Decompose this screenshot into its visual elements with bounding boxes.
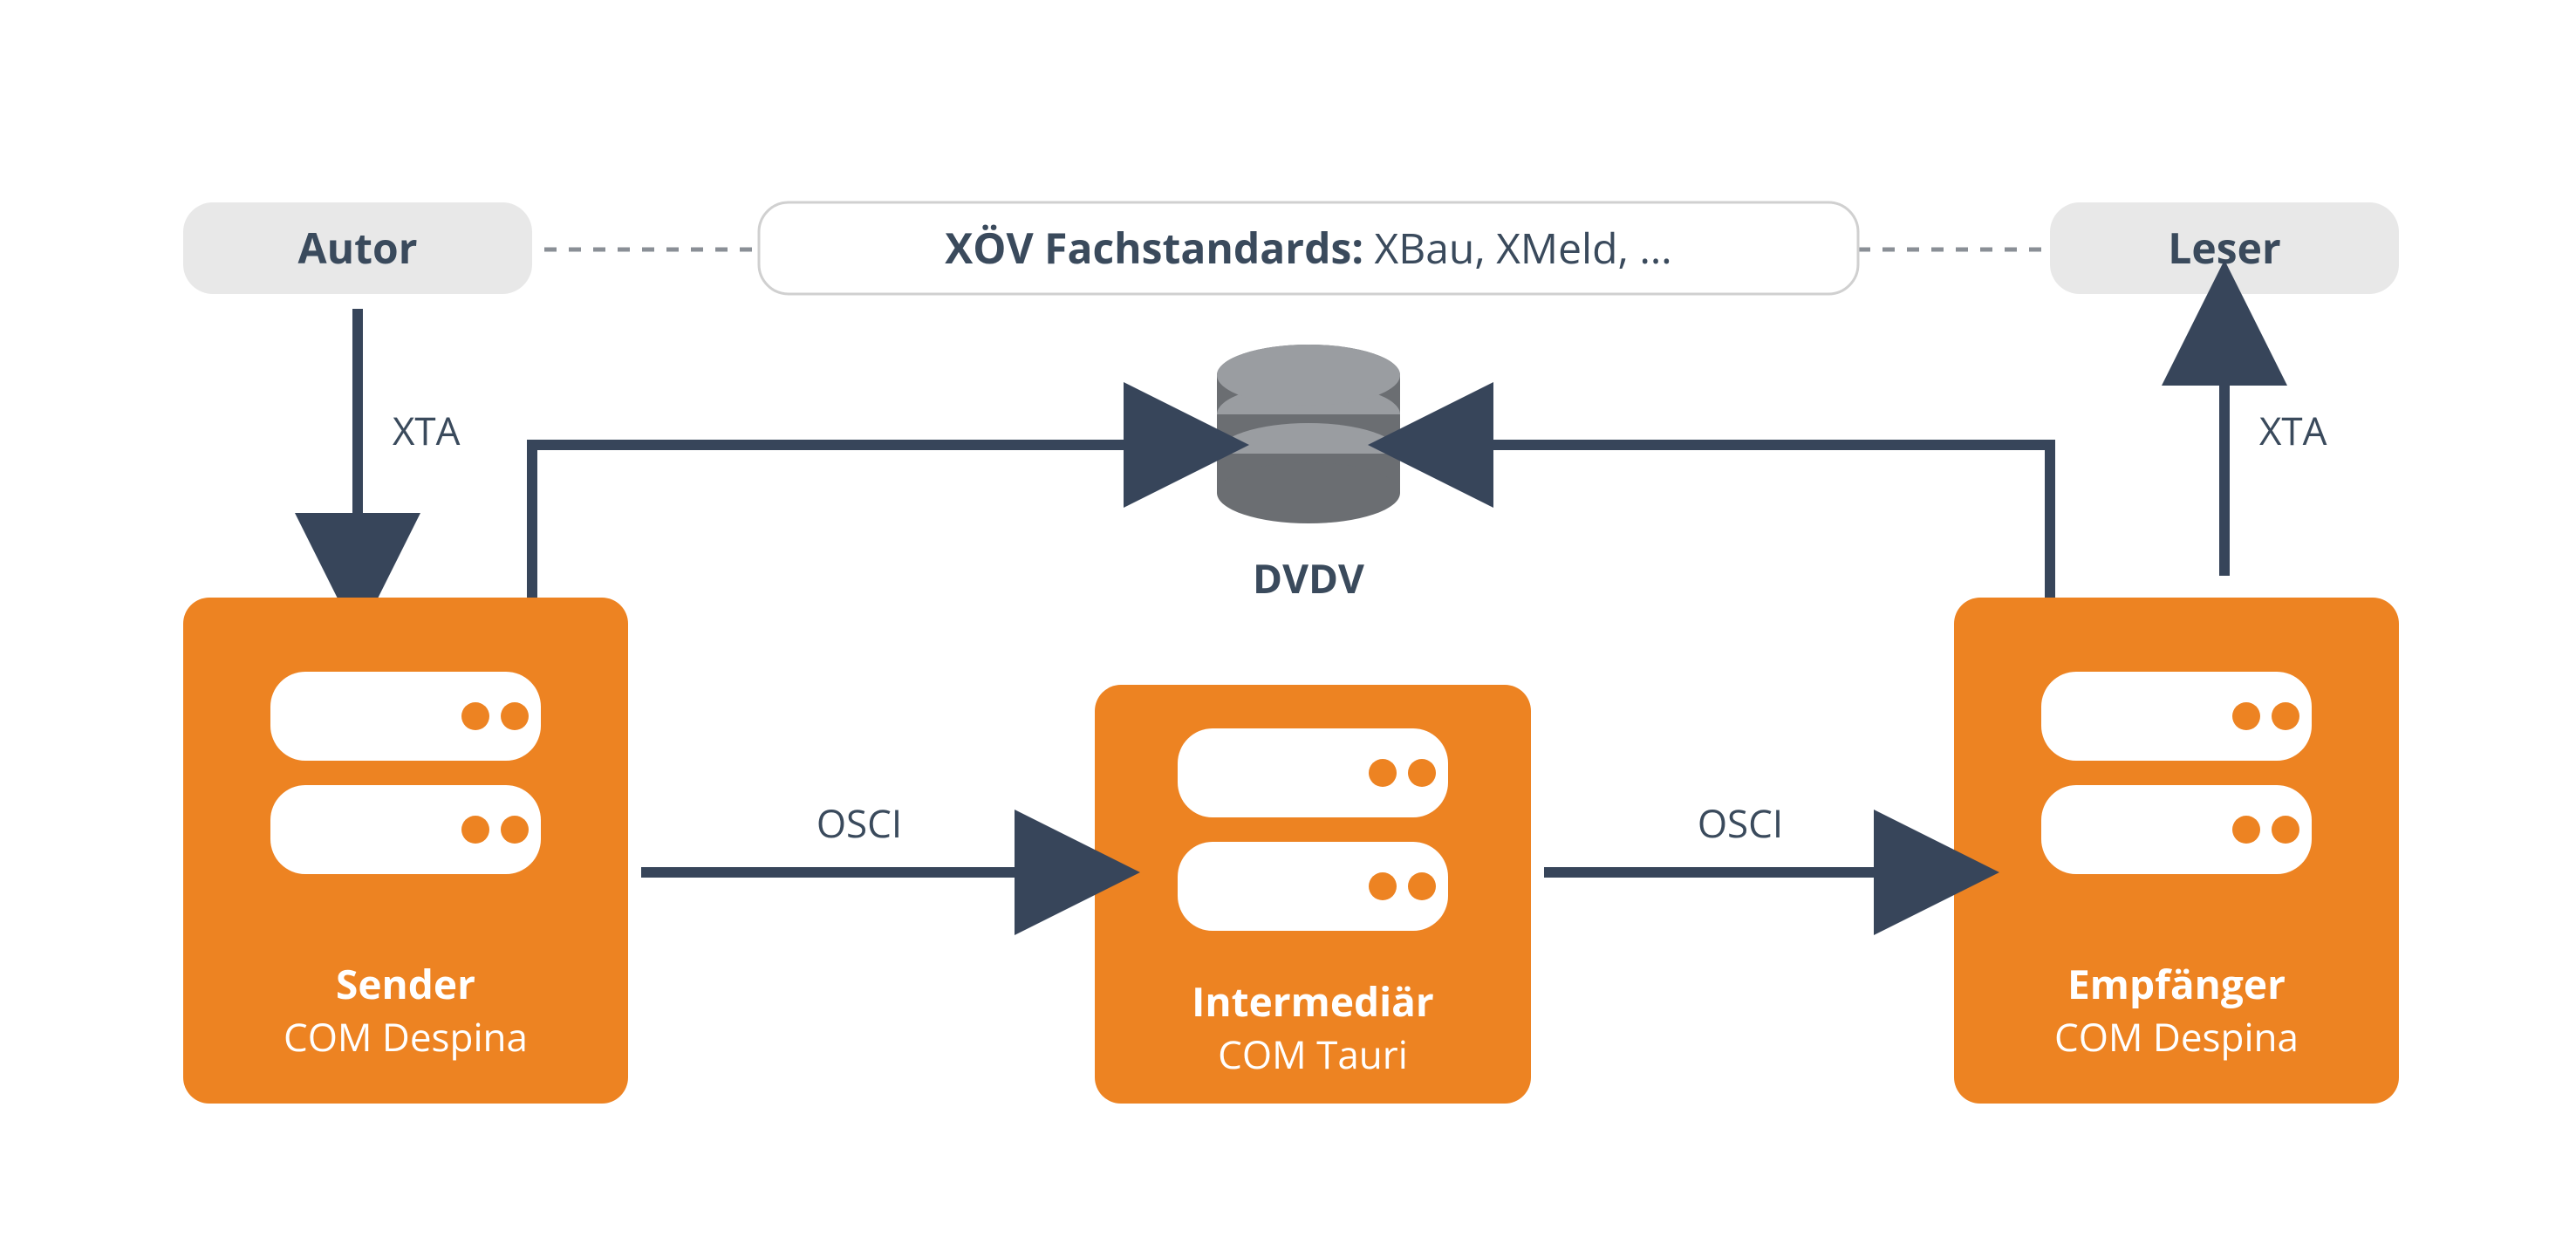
- label-osci-left: OSCI: [817, 796, 902, 849]
- intermed-sub: COM Tauri: [1218, 1028, 1408, 1080]
- empf-sub: COM Despina: [2054, 1010, 2299, 1063]
- database-icon: [1217, 345, 1400, 523]
- intermediaer-node: Intermediär COM Tauri: [1095, 685, 1531, 1104]
- standards-text: XÖV Fachstandards: XBau, XMeld, …: [945, 220, 1672, 277]
- sender-node: Sender COM Despina: [183, 598, 628, 1104]
- leser-label: Leser: [2168, 220, 2281, 277]
- arrow-sender-dvdv: [532, 445, 1186, 598]
- label-xta-right: XTA: [2259, 404, 2327, 456]
- arrow-empf-dvdv: [1431, 445, 2050, 598]
- label-xta-left: XTA: [393, 404, 461, 456]
- label-osci-right: OSCI: [1698, 796, 1783, 849]
- sender-sub: COM Despina: [284, 1010, 528, 1063]
- sender-title: Sender: [336, 957, 475, 1011]
- dvdv-label: DVDV: [1253, 551, 1364, 605]
- intermed-title: Intermediär: [1192, 974, 1434, 1029]
- diagram-canvas: Autor XÖV Fachstandards: XBau, XMeld, … …: [0, 0, 2576, 1237]
- empf-title: Empfänger: [2067, 957, 2286, 1011]
- autor-label: Autor: [297, 220, 417, 277]
- empfaenger-node: Empfänger COM Despina: [1954, 598, 2399, 1104]
